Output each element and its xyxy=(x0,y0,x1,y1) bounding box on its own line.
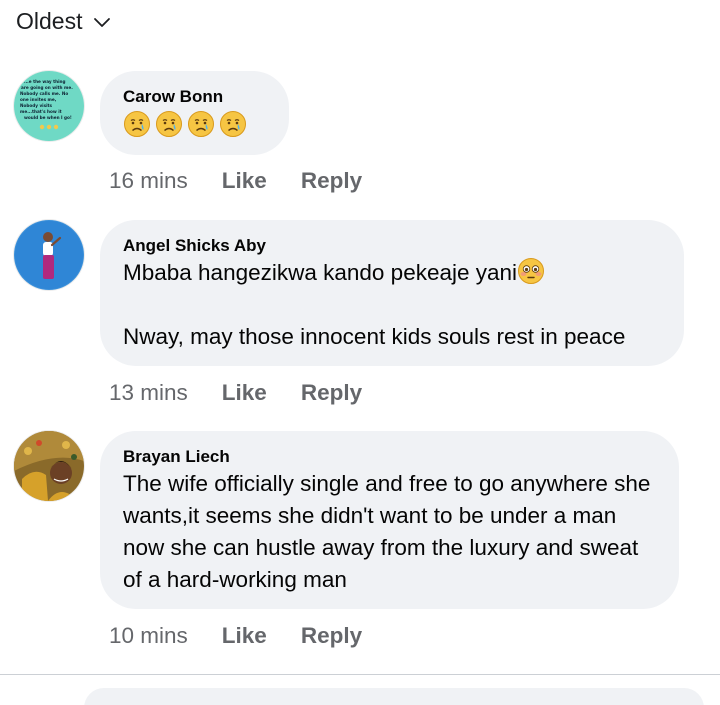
comment-actions: 16 mins Like Reply xyxy=(109,168,362,194)
comment-text: The wife officially single and free to g… xyxy=(123,471,657,592)
comment-bubble[interactable]: Brayan Liech The wife officially single … xyxy=(100,431,679,609)
chevron-down-icon xyxy=(94,17,111,27)
avatar-image: ...e the way thing are going on with me.… xyxy=(14,71,84,141)
avatar[interactable]: ...e the way thing are going on with me.… xyxy=(14,71,84,141)
comment-timestamp[interactable]: 13 mins xyxy=(109,380,188,406)
divider xyxy=(0,674,720,675)
like-button[interactable]: Like xyxy=(222,380,267,406)
comment-author[interactable]: Angel Shicks Aby xyxy=(123,235,660,257)
emoji-row xyxy=(123,110,265,138)
svg-text:would be when I go!: would be when I go! xyxy=(24,115,72,120)
comment-bubble[interactable]: Angel Shicks Aby Mbaba hangezikwa kando … xyxy=(100,220,684,366)
crying-face-icon xyxy=(124,111,150,137)
avatar-image xyxy=(14,220,84,290)
crying-face-icon xyxy=(188,111,214,137)
sort-label: Oldest xyxy=(16,8,83,34)
svg-text:are going on with me.: are going on with me. xyxy=(21,85,73,90)
comment-timestamp[interactable]: 10 mins xyxy=(109,623,188,649)
reply-button[interactable]: Reply xyxy=(301,168,362,194)
svg-text:...e the way thing: ...e the way thing xyxy=(24,79,66,84)
flushed-face-icon xyxy=(518,258,545,284)
like-button[interactable]: Like xyxy=(222,168,267,194)
svg-text:Nobody calls me. No: Nobody calls me. No xyxy=(20,91,68,96)
avatar[interactable] xyxy=(14,431,84,501)
reply-button[interactable]: Reply xyxy=(301,623,362,649)
comment-bubble[interactable]: Carow Bonn xyxy=(100,71,289,155)
crying-face-icon xyxy=(220,111,246,137)
avatar[interactable] xyxy=(14,220,84,290)
like-button[interactable]: Like xyxy=(222,623,267,649)
comment-text-line: Mbaba hangezikwa kando pekeaje yani xyxy=(123,260,518,285)
comment-actions: 10 mins Like Reply xyxy=(109,623,362,649)
comment-timestamp[interactable]: 16 mins xyxy=(109,168,188,194)
svg-text:one invites me,: one invites me, xyxy=(20,97,57,102)
comment-actions: 13 mins Like Reply xyxy=(109,380,362,406)
avatar-image xyxy=(14,431,84,501)
comment-author[interactable]: Carow Bonn xyxy=(123,86,265,108)
sort-dropdown[interactable]: Oldest xyxy=(16,8,112,35)
comments-page: Oldest ...e the way thing are going on w… xyxy=(0,0,720,705)
comment-text: Mbaba hangezikwa kando pekeaje yani xyxy=(123,257,660,289)
reply-button[interactable]: Reply xyxy=(301,380,362,406)
comment-composer-input[interactable] xyxy=(84,688,704,705)
svg-text:Nobody visits: Nobody visits xyxy=(20,103,53,108)
svg-text:me...that's how it: me...that's how it xyxy=(20,109,62,114)
comment-author[interactable]: Brayan Liech xyxy=(123,446,655,468)
crying-face-icon xyxy=(156,111,182,137)
comment-text-line: Nway, may those innocent kids souls rest… xyxy=(123,324,626,349)
